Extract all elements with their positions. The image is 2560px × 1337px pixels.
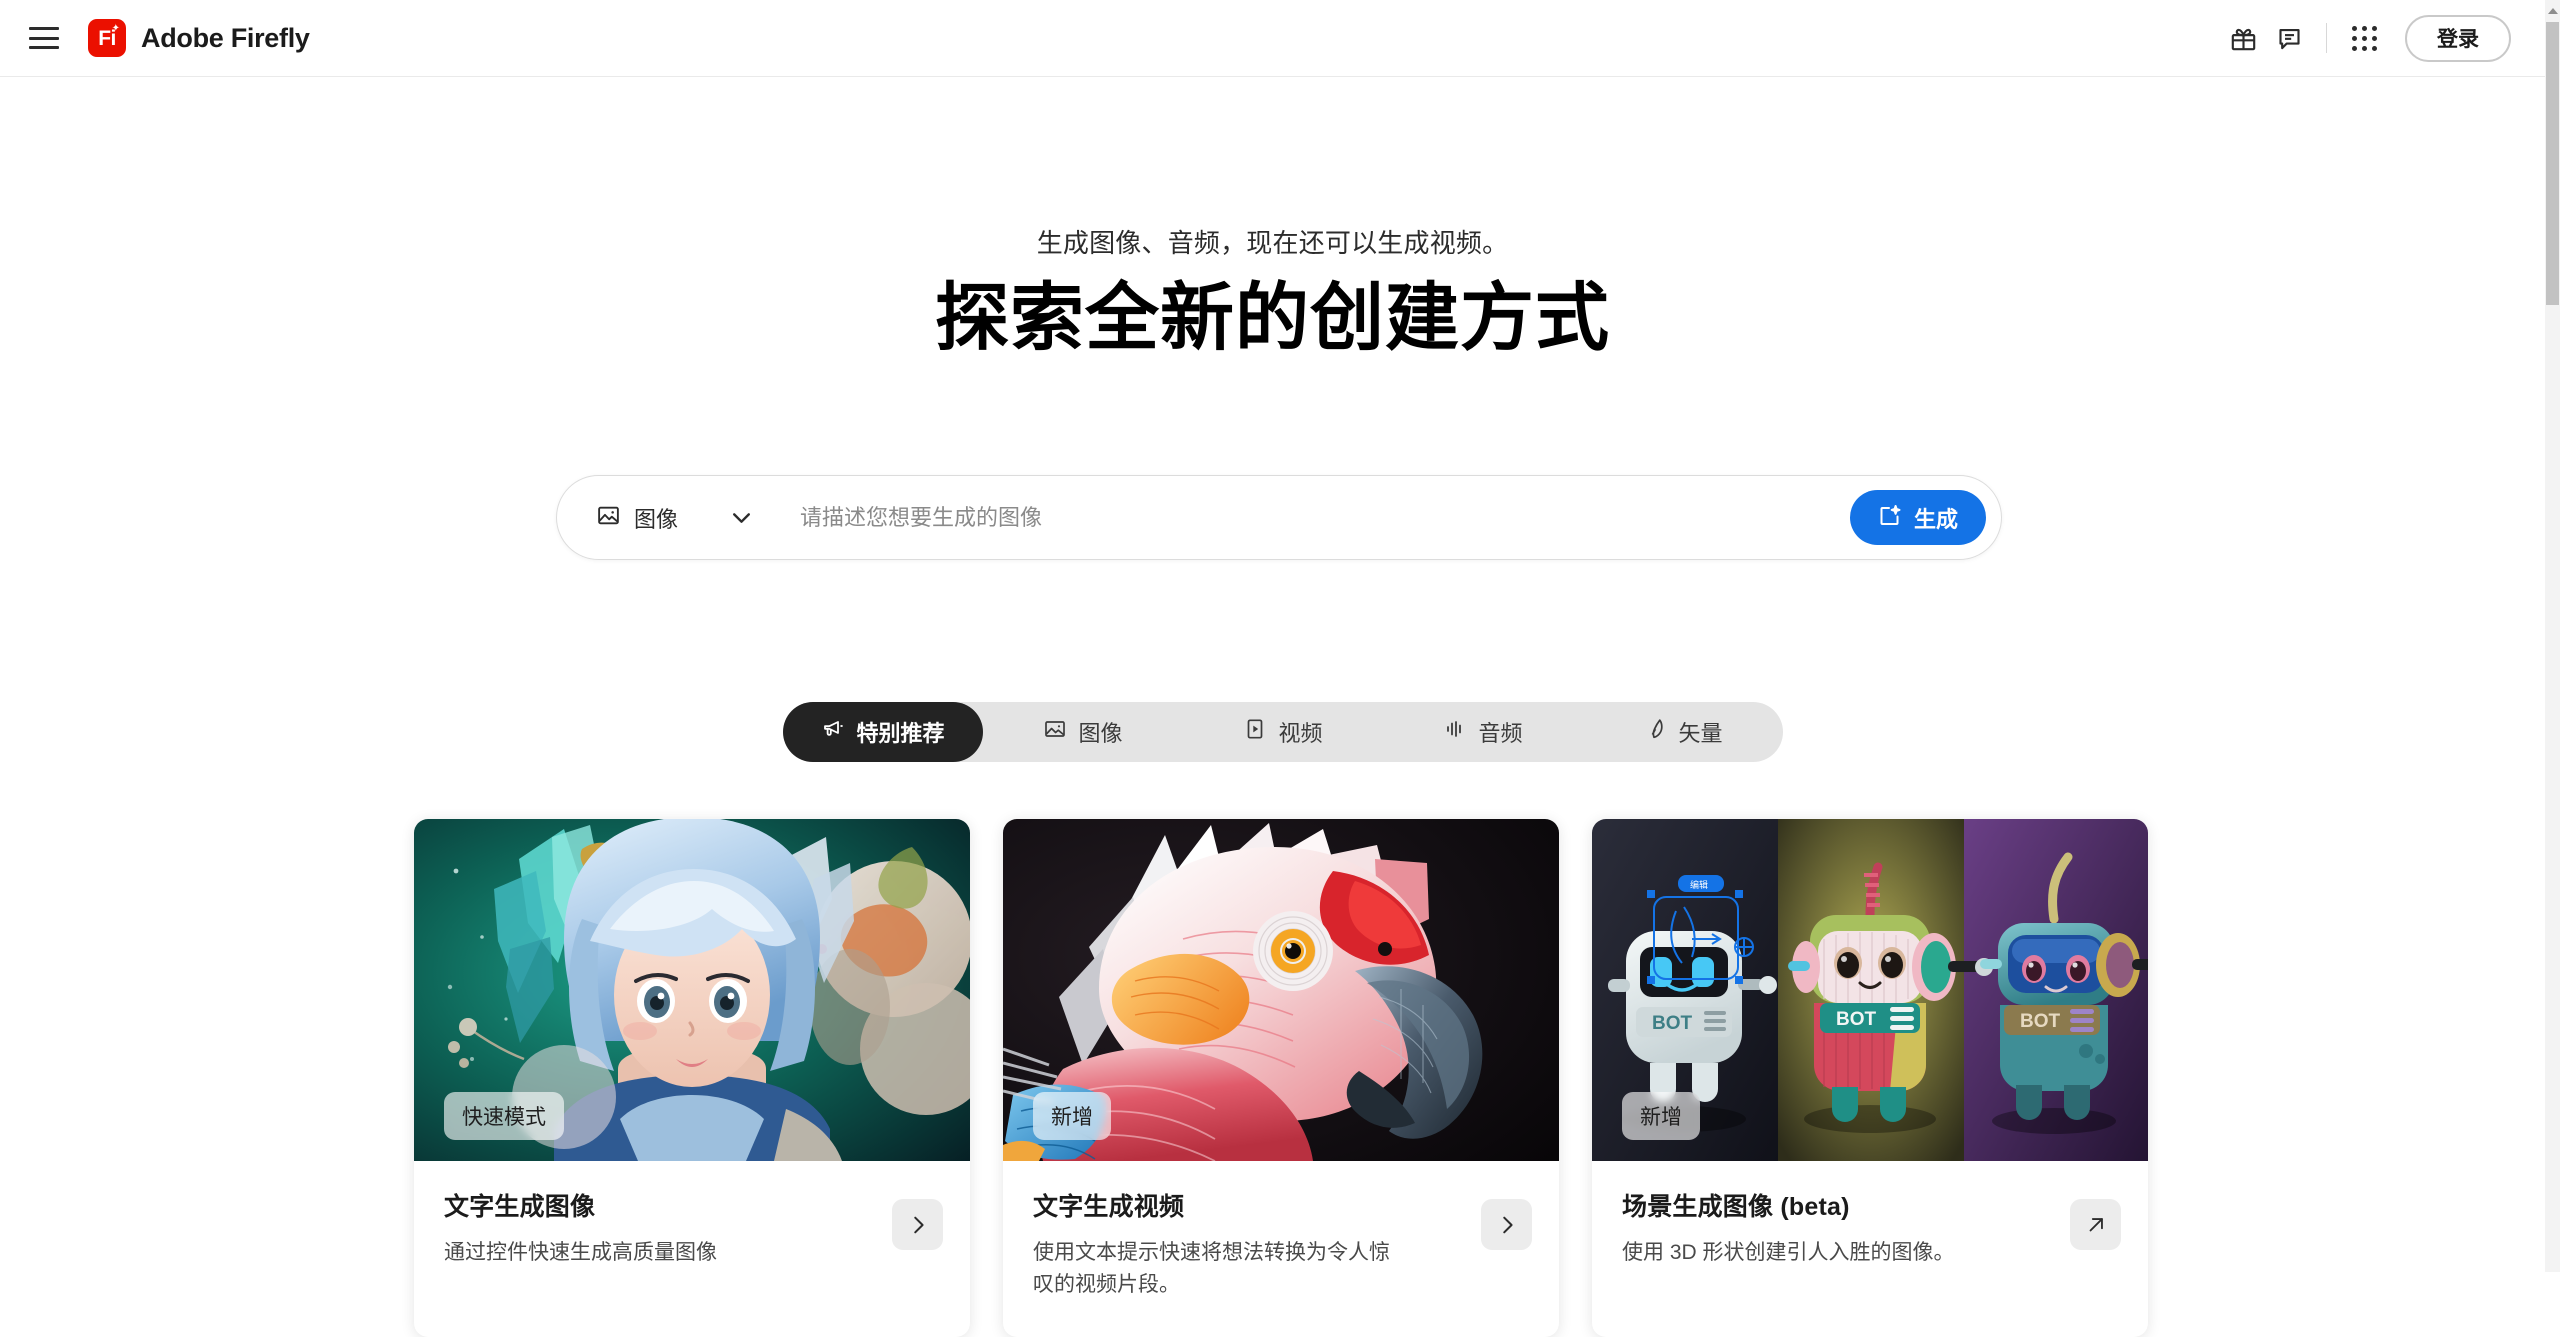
- card-text-to-video[interactable]: 新增 文字生成视频 使用文本提示快速将想法转换为令人惊叹的视频片段。: [1003, 819, 1559, 1337]
- svg-text:编辑: 编辑: [1690, 879, 1708, 890]
- tab-vector[interactable]: 矢量: [1583, 702, 1783, 762]
- prompt-mode-label: 图像: [634, 506, 679, 532]
- logo-sparkle-icon: ✦: [111, 23, 120, 34]
- card-badge: 快速模式: [444, 1092, 564, 1140]
- prompt-mode-selector[interactable]: 图像: [596, 502, 754, 534]
- svg-text:BOT: BOT: [1836, 1009, 1877, 1030]
- card-scene-to-image-beta[interactable]: BOT 编辑 BOT BOT 新增 场景生成图像 (beta) 使用 3D 形状…: [1592, 819, 2148, 1337]
- tab-featured-label: 特别推荐: [856, 721, 945, 746]
- firefly-logo-icon: Fi ✦: [88, 19, 126, 57]
- scrollbar-thumb[interactable]: [2546, 22, 2559, 305]
- card-title: 文字生成视频: [1033, 1193, 1185, 1221]
- video-play-icon: [1243, 717, 1267, 747]
- card-body: 场景生成图像 (beta) 使用 3D 形状创建引人入胜的图像。: [1592, 1161, 2148, 1337]
- hero-title: 探索全新的创建方式: [935, 276, 1610, 359]
- app-header: Fi ✦ Adobe Firefly 登录: [0, 0, 2545, 77]
- generate-button-label: 生成: [1913, 506, 1958, 532]
- megaphone-icon: [821, 717, 845, 747]
- svg-text:BOT: BOT: [2020, 1011, 2061, 1032]
- gift-icon[interactable]: [2220, 15, 2266, 61]
- scroll-up-arrow-icon[interactable]: [2545, 2, 2560, 19]
- card-title: 场景生成图像 (beta): [1622, 1193, 1850, 1221]
- image-icon: [596, 503, 621, 533]
- image-icon: [1043, 717, 1067, 747]
- brand-title: Adobe Firefly: [141, 22, 310, 53]
- header-actions: 登录: [2220, 14, 2545, 62]
- tab-audio-label: 音频: [1478, 721, 1523, 746]
- chevron-down-icon[interactable]: [729, 505, 754, 530]
- pen-vector-icon: [1643, 717, 1667, 747]
- login-button[interactable]: 登录: [2405, 14, 2511, 62]
- generate-button[interactable]: 生成: [1849, 490, 1986, 545]
- card-description: 使用文本提示快速将想法转换为令人惊叹的视频片段。: [1033, 1241, 1390, 1296]
- prompt-input[interactable]: [800, 504, 1830, 531]
- card-action-chevron-right-icon[interactable]: [892, 1199, 943, 1250]
- card-badge: 新增: [1622, 1092, 1700, 1140]
- hamburger-menu-icon[interactable]: [29, 27, 59, 49]
- card-description: 使用 3D 形状创建引人入胜的图像。: [1622, 1241, 1955, 1264]
- card-thumbnail: BOT 编辑 BOT BOT 新增: [1592, 819, 2148, 1161]
- card-body: 文字生成视频 使用文本提示快速将想法转换为令人惊叹的视频片段。: [1003, 1161, 1559, 1337]
- audio-waveform-icon: [1443, 717, 1467, 747]
- category-tabs: 特别推荐 图像 视频 音频 矢量: [783, 702, 1783, 762]
- hero-subtitle: 生成图像、音频，现在还可以生成视频。: [1036, 228, 1509, 258]
- feedback-chat-icon[interactable]: [2266, 15, 2312, 61]
- card-text-to-image[interactable]: 快速模式 文字生成图像 通过控件快速生成高质量图像: [414, 819, 970, 1337]
- card-badge: 新增: [1033, 1092, 1111, 1140]
- svg-text:BOT: BOT: [1652, 1013, 1693, 1034]
- card-action-chevron-right-icon[interactable]: [1481, 1199, 1532, 1250]
- header-divider: [2326, 23, 2327, 53]
- tab-audio[interactable]: 音频: [1383, 702, 1583, 762]
- card-body: 文字生成图像 通过控件快速生成高质量图像: [414, 1161, 970, 1337]
- page-scrollbar[interactable]: [2545, 0, 2560, 1272]
- app-grid-icon[interactable]: [2341, 15, 2387, 61]
- feature-cards: 快速模式 文字生成图像 通过控件快速生成高质量图像 新增 文字生成视频 使用文本…: [414, 819, 2148, 1337]
- card-title: 文字生成图像: [444, 1193, 596, 1221]
- tab-video[interactable]: 视频: [1183, 702, 1383, 762]
- card-description: 通过控件快速生成高质量图像: [444, 1241, 717, 1264]
- tab-vector-label: 矢量: [1678, 721, 1723, 746]
- card-action-external-link-icon[interactable]: [2070, 1199, 2121, 1250]
- main-content: 生成图像、音频，现在还可以生成视频。 探索全新的创建方式 图像 请描述您想要生成…: [0, 77, 2545, 1337]
- prompt-bar: 图像 生成: [556, 475, 2002, 560]
- card-thumbnail: 新增: [1003, 819, 1559, 1161]
- tab-images[interactable]: 图像: [983, 702, 1183, 762]
- tab-featured[interactable]: 特别推荐: [783, 702, 983, 762]
- tab-video-label: 视频: [1278, 721, 1323, 746]
- tab-images-label: 图像: [1078, 721, 1123, 746]
- sparkle-generate-icon: [1878, 503, 1902, 533]
- card-thumbnail: 快速模式: [414, 819, 970, 1161]
- brand-logo-link[interactable]: Fi ✦ Adobe Firefly: [88, 19, 310, 57]
